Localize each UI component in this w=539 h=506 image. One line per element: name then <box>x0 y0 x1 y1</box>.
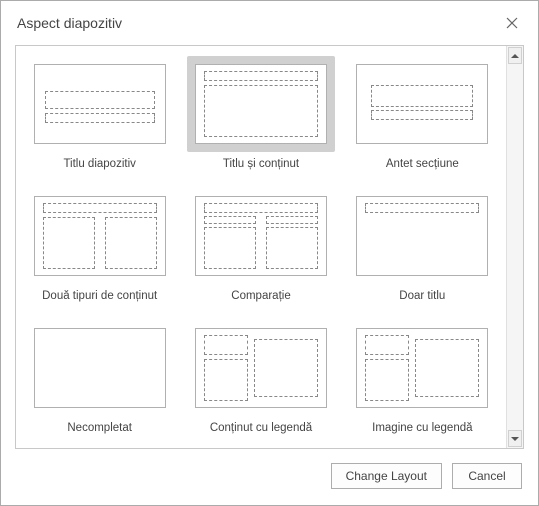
layout-thumb <box>34 328 166 408</box>
close-icon <box>506 17 518 29</box>
close-button[interactable] <box>498 11 526 35</box>
layouts-scroll: Titlu diapozitiv Titlu și conținut Antet… <box>16 46 506 448</box>
layout-title-only[interactable]: Doar titlu <box>347 188 498 302</box>
chevron-up-icon <box>511 52 519 60</box>
layout-label: Două tipuri de conținut <box>42 290 157 302</box>
scroll-up-button[interactable] <box>508 47 522 64</box>
layouts-panel: Titlu diapozitiv Titlu și conținut Antet… <box>15 45 524 449</box>
layouts-grid: Titlu diapozitiv Titlu și conținut Antet… <box>24 56 498 434</box>
layout-title-slide[interactable]: Titlu diapozitiv <box>24 56 175 170</box>
layout-thumb <box>356 196 488 276</box>
layout-label: Conținut cu legendă <box>210 422 312 434</box>
layout-content-caption[interactable]: Conținut cu legendă <box>185 320 336 434</box>
layout-label: Comparație <box>231 290 290 302</box>
layout-label: Imagine cu legendă <box>372 422 472 434</box>
layout-blank[interactable]: Necompletat <box>24 320 175 434</box>
layout-section-header[interactable]: Antet secțiune <box>347 56 498 170</box>
layout-label: Doar titlu <box>399 290 445 302</box>
scroll-down-button[interactable] <box>508 430 522 447</box>
slide-layout-dialog: Aspect diapozitiv Titlu diapozitiv <box>0 0 539 506</box>
chevron-down-icon <box>511 435 519 443</box>
layout-two-content[interactable]: Două tipuri de conținut <box>24 188 175 302</box>
layout-thumb <box>356 328 488 408</box>
layout-picture-caption[interactable]: Imagine cu legendă <box>347 320 498 434</box>
layout-comparison[interactable]: Comparație <box>185 188 336 302</box>
layout-thumb <box>356 64 488 144</box>
cancel-button[interactable]: Cancel <box>452 463 522 489</box>
layout-label: Titlu diapozitiv <box>63 158 135 170</box>
layout-title-content[interactable]: Titlu și conținut <box>185 56 336 170</box>
layout-thumb <box>34 196 166 276</box>
change-layout-button[interactable]: Change Layout <box>331 463 442 489</box>
vertical-scrollbar[interactable] <box>506 46 523 448</box>
layout-label: Necompletat <box>67 422 132 434</box>
layout-label: Antet secțiune <box>386 158 459 170</box>
layout-label: Titlu și conținut <box>223 158 299 170</box>
titlebar: Aspect diapozitiv <box>1 1 538 41</box>
layout-thumb <box>195 64 327 144</box>
layout-thumb <box>34 64 166 144</box>
dialog-footer: Change Layout Cancel <box>1 449 538 505</box>
layout-thumb <box>195 196 327 276</box>
dialog-title: Aspect diapozitiv <box>17 15 122 31</box>
layout-thumb <box>195 328 327 408</box>
